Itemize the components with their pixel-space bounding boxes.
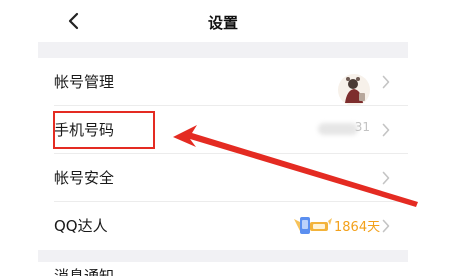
row-label: 帐号安全: [54, 169, 115, 187]
row-label: 帐号管理: [54, 73, 115, 91]
row-label-notifications[interactable]: 消息通知: [54, 265, 114, 276]
chevron-right-icon: [382, 123, 390, 137]
row-account-management[interactable]: 帐号管理: [38, 58, 408, 106]
row-qq-expert[interactable]: QQ达人 1864天: [38, 202, 408, 250]
left-margin: [0, 0, 38, 276]
phone-number-suffix: 31: [354, 120, 370, 134]
blurred-digits: [318, 123, 358, 135]
right-margin: [408, 0, 468, 276]
chevron-right-icon: [382, 219, 390, 233]
chevron-right-icon: [382, 171, 390, 185]
avatar: [338, 74, 370, 106]
navigation-bar: 设置: [38, 0, 408, 42]
settings-group: 帐号管理 手机号码 31 帐号安全 QQ达人 1864天: [38, 58, 408, 250]
row-label: QQ达人: [54, 217, 108, 235]
phone-number-value: 31: [318, 120, 370, 138]
chevron-right-icon: [382, 75, 390, 89]
row-account-security[interactable]: 帐号安全: [38, 154, 408, 202]
qq-expert-days: 1864天: [334, 220, 381, 235]
page-title: 设置: [207, 14, 238, 32]
qq-expert-badge-icon: [294, 217, 332, 234]
annotation-highlight-box: [53, 111, 155, 149]
settings-group-2: 消息通知: [38, 262, 408, 276]
